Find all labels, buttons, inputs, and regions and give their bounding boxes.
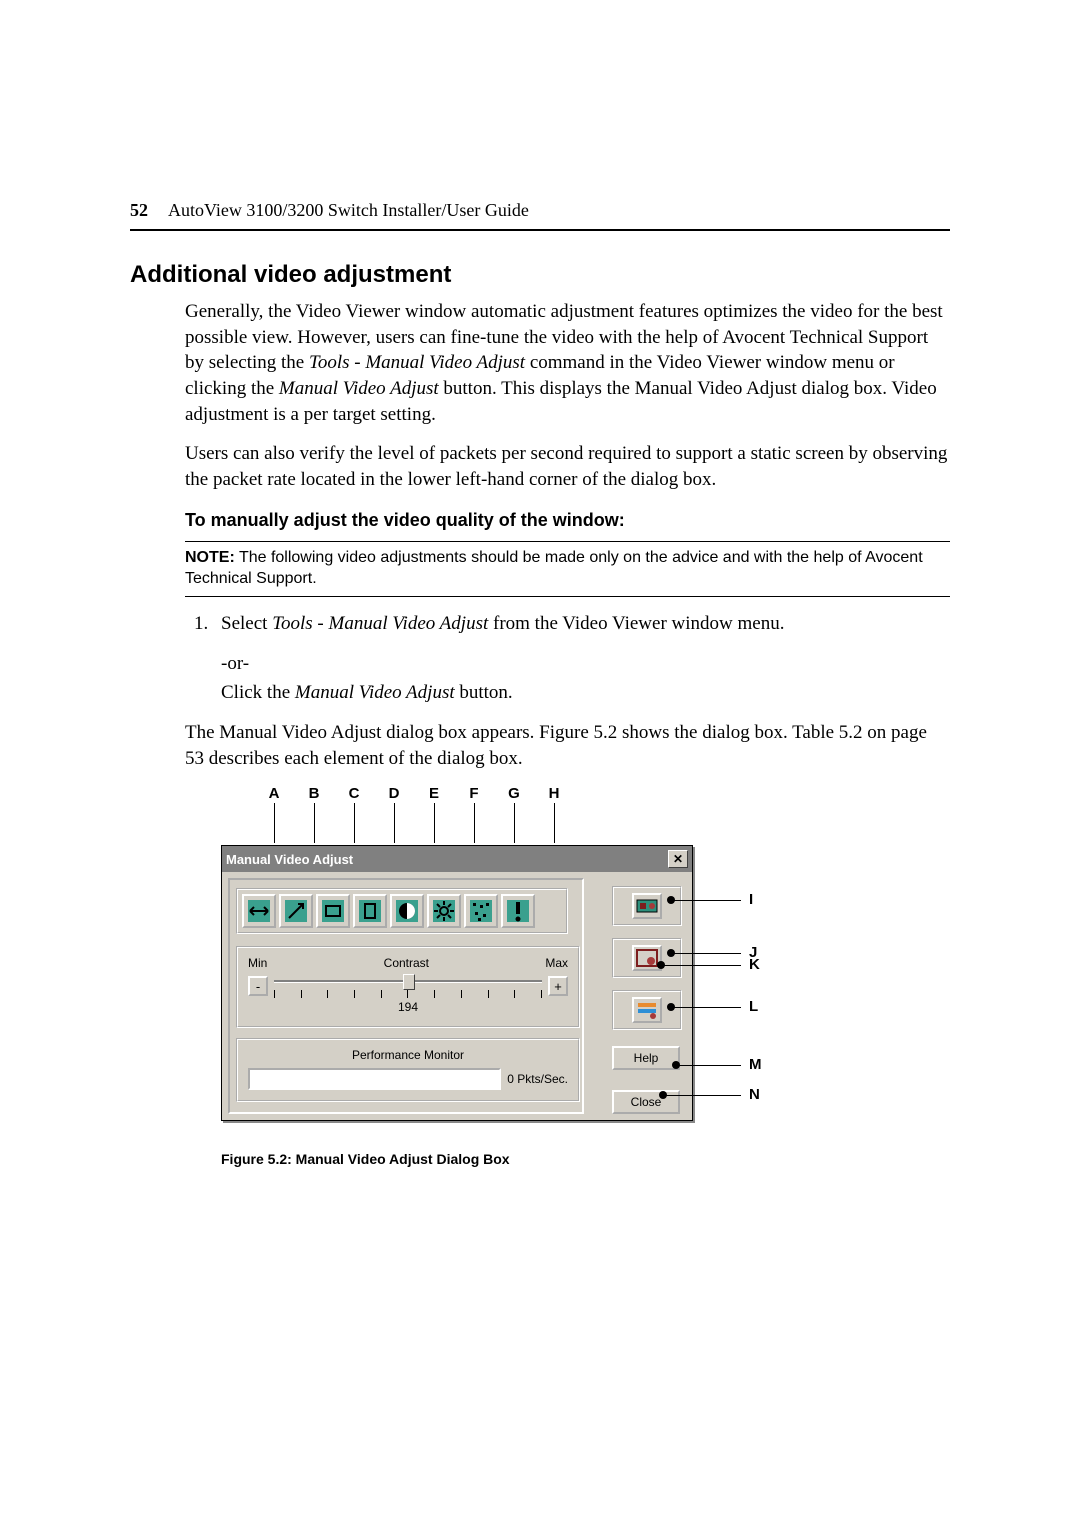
body-paragraph-1: Generally, the Video Viewer window autom… (185, 299, 950, 427)
running-header: 52 AutoView 3100/3200 Switch Installer/Us… (130, 200, 950, 231)
slider-minus-button[interactable]: - (248, 976, 268, 996)
performance-monitor-label: Performance Monitor (248, 1048, 568, 1062)
section-heading: Additional video adjustment (130, 261, 950, 289)
callout-letter-a: A (264, 785, 284, 802)
note-box: NOTE: The following video adjustments sh… (185, 541, 950, 597)
close-icon[interactable]: ✕ (668, 850, 688, 868)
slider-thumb[interactable] (403, 974, 415, 990)
image-capture-horizontal-icon[interactable] (316, 894, 350, 928)
callout-letter-i: I (749, 891, 753, 908)
callout-letter-f: F (464, 785, 484, 802)
manual-video-adjust-dialog: Manual Video Adjust ✕ Help Close (221, 845, 693, 1121)
callout-letter-h: H (544, 785, 564, 802)
right-button-column: Help Close (612, 886, 682, 1118)
dialog-title: Manual Video Adjust (226, 852, 353, 867)
callout-letter-c: C (344, 785, 364, 802)
callout-letter-g: G (504, 785, 524, 802)
performance-monitor-panel: Performance Monitor 0 Pkts/Sec. (236, 1038, 580, 1102)
slider-max-label: Max (545, 956, 568, 970)
slider-center-label: Contrast (384, 956, 429, 970)
dialog-titlebar[interactable]: Manual Video Adjust ✕ (222, 846, 692, 872)
figure-5-2: A B C D E F G H Manual Video Adjust ✕ (221, 785, 821, 1121)
step-list: Select Tools - Manual Video Adjust from … (185, 611, 950, 637)
image-capture-width-icon[interactable] (242, 894, 276, 928)
callout-letter-d: D (384, 785, 404, 802)
subheading: To manually adjust the video quality of … (185, 510, 950, 531)
slider-value: 194 (248, 1000, 568, 1014)
page-number: 52 (130, 200, 148, 220)
toolbar (236, 888, 568, 934)
packets-value: 0 Pkts/Sec. (507, 1072, 568, 1086)
image-capture-fine-icon[interactable] (279, 894, 313, 928)
contrast-icon[interactable] (390, 894, 424, 928)
performance-monitor-readout (248, 1068, 501, 1090)
step-result: The Manual Video Adjust dialog box appea… (185, 720, 950, 771)
slider-track[interactable] (274, 974, 542, 998)
step-click: Click the Manual Video Adjust button. (221, 680, 950, 706)
callout-letter-k: K (749, 956, 760, 973)
slider-min-label: Min (248, 956, 267, 970)
image-capture-vertical-icon[interactable] (353, 894, 387, 928)
callout-letters-top: A B C D E F G H (221, 785, 821, 845)
noise-icon[interactable] (464, 894, 498, 928)
brightness-icon[interactable] (427, 894, 461, 928)
callout-letter-b: B (304, 785, 324, 802)
body-paragraph-2: Users can also verify the level of packe… (185, 441, 950, 492)
callout-letter-m: M (749, 1056, 762, 1073)
step-or: -or- (221, 651, 950, 677)
header-title: AutoView 3100/3200 Switch Installer/User… (168, 200, 529, 220)
auto-video-adjust-icon[interactable] (632, 893, 662, 919)
figure-caption: Figure 5.2: Manual Video Adjust Dialog B… (221, 1151, 950, 1167)
slider-panel: Min Contrast Max - + (236, 946, 580, 1028)
help-button[interactable]: Help (612, 1046, 680, 1070)
video-bar-icon[interactable] (632, 997, 662, 1023)
step-1: Select Tools - Manual Video Adjust from … (213, 611, 950, 637)
slider-plus-button[interactable]: + (548, 976, 568, 996)
priority-icon[interactable] (501, 894, 535, 928)
callout-letter-l: L (749, 998, 758, 1015)
close-button[interactable]: Close (612, 1090, 680, 1114)
callout-letter-e: E (424, 785, 444, 802)
callout-letter-n: N (749, 1086, 760, 1103)
